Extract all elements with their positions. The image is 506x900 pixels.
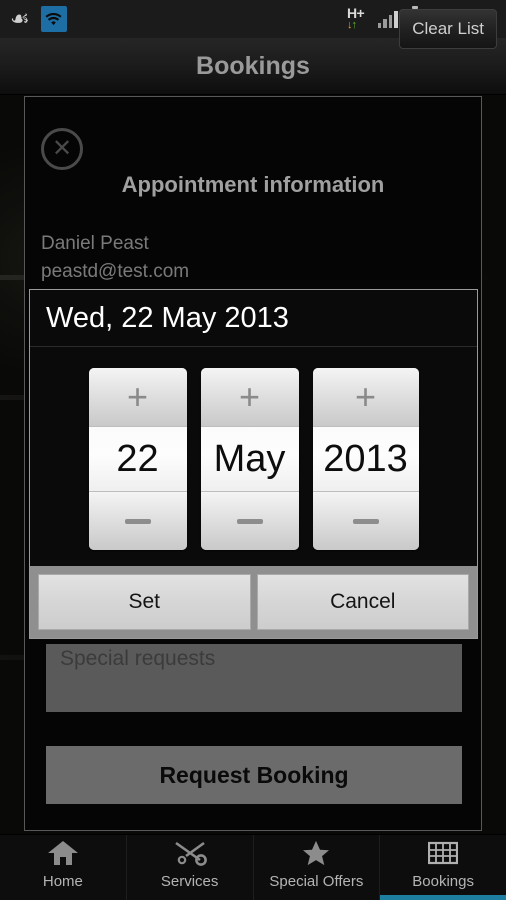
customer-email: peastd@test.com	[41, 261, 190, 282]
tab-bookings-label: Bookings	[412, 873, 474, 890]
tab-services-label: Services	[160, 873, 219, 890]
tab-services[interactable]: Services	[127, 835, 254, 900]
year-spinner: + 2013	[312, 368, 419, 550]
special-requests-input[interactable]: Special requests	[46, 644, 462, 712]
date-picker-footer: Set Cancel	[30, 566, 477, 638]
customer-name: Daniel Peast	[41, 233, 149, 254]
wifi-icon	[40, 6, 67, 32]
year-decrement-button[interactable]	[312, 492, 419, 550]
tab-home-label: Home	[42, 873, 83, 890]
date-picker-divider	[30, 346, 477, 347]
day-spinner: + 22	[88, 368, 187, 550]
date-picker-header: Wed, 22 May 2013	[30, 290, 477, 346]
active-tab-indicator	[380, 895, 506, 900]
tab-special-offers-label: Special Offers	[269, 873, 364, 890]
appointment-dialog-title: Appointment information	[121, 172, 385, 197]
cancel-button[interactable]: Cancel	[256, 574, 469, 630]
month-decrement-button[interactable]	[200, 492, 299, 550]
year-increment-button[interactable]: +	[312, 368, 419, 426]
network-type-label: H+	[346, 5, 365, 21]
date-picker-dialog: Wed, 22 May 2013 + 22 + May + 2013 Set C	[29, 289, 478, 639]
scissors-icon	[173, 838, 207, 868]
clear-list-button[interactable]: Clear List	[399, 9, 497, 49]
day-decrement-button[interactable]	[88, 492, 187, 550]
special-requests-placeholder: Special requests	[60, 647, 216, 670]
tab-home[interactable]: Home	[0, 835, 127, 900]
phone-screen: ☙ H+ ↓↑ ⚡ 00:33	[0, 0, 506, 900]
bottom-tab-bar: Home Services Special Offers Bookings	[0, 834, 506, 900]
signal-bars-icon	[377, 10, 398, 28]
home-icon	[47, 838, 79, 868]
network-up-arrow: ↑	[351, 19, 356, 31]
month-increment-button[interactable]: +	[200, 368, 299, 426]
date-spinner-group: + 22 + May + 2013	[30, 368, 477, 550]
close-icon[interactable]: ✕	[41, 128, 83, 170]
month-spinner: + May	[200, 368, 299, 550]
tab-bookings[interactable]: Bookings	[380, 835, 506, 900]
page-title: Bookings	[196, 51, 310, 80]
selected-date-label: Wed, 22 May 2013	[46, 301, 289, 334]
request-booking-button[interactable]: Request Booking	[46, 746, 462, 804]
day-value[interactable]: 22	[88, 426, 187, 492]
star-icon	[300, 838, 332, 868]
calendar-grid-icon	[428, 838, 459, 868]
year-value[interactable]: 2013	[312, 426, 419, 492]
day-increment-button[interactable]: +	[88, 368, 187, 426]
tab-special-offers[interactable]: Special Offers	[254, 835, 381, 900]
network-type-icon: H+ ↓↑	[346, 5, 369, 31]
usb-icon: ☙	[10, 6, 30, 31]
month-value[interactable]: May	[200, 426, 299, 492]
set-button[interactable]: Set	[38, 574, 251, 630]
